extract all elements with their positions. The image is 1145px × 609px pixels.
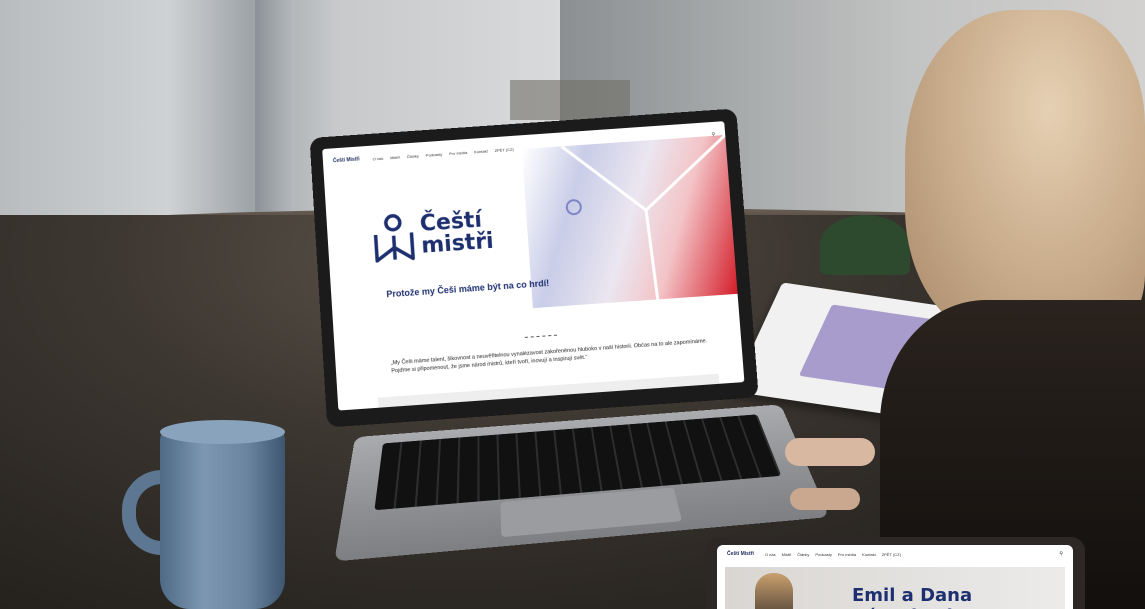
nav-item[interactable]: Články [797, 552, 809, 557]
tablet-site-brand[interactable]: Čeští Mistři [727, 551, 754, 557]
nav-item[interactable]: Podcasty [426, 151, 443, 157]
nav-item[interactable]: O nás [372, 155, 383, 161]
tablet: Čeští Mistři O nás Mistři Články Podcast… [705, 537, 1085, 609]
nav-item[interactable]: Podcasty [815, 552, 831, 557]
nav-item[interactable]: O nás [765, 552, 776, 557]
tablet-page-title: Emil a Dana Zátopkovi [852, 585, 1073, 609]
search-icon[interactable]: ⚲ [711, 132, 715, 138]
plant [820, 215, 910, 275]
tablet-site-nav: Čeští Mistři O nás Mistři Články Podcast… [727, 551, 901, 557]
nav-item[interactable]: Mistři [782, 552, 792, 557]
laptop-lid: Čeští Mistři O nás Mistři Články Podcast… [310, 108, 759, 427]
mug-rim [160, 420, 285, 444]
nav-item[interactable]: ZPĚT (CZ) [494, 146, 513, 152]
carousel-dots[interactable]: ▬ ▬ ▬ ▬ ▬ ▬ [525, 333, 558, 339]
site-logo: Čeští mistři [371, 207, 494, 263]
nav-item[interactable]: Kontakt [474, 148, 488, 154]
logo-icon [371, 212, 416, 263]
hero-graphic [522, 135, 738, 308]
hero-tagline: Protože my Češi máme být na co hrdí! [386, 278, 549, 299]
hero-lines-graphic [522, 135, 738, 308]
nav-item[interactable]: ZPĚT (CZ) [882, 552, 901, 557]
nav-item[interactable]: Pro média [838, 552, 856, 557]
tablet-screen: Čeští Mistři O nás Mistři Články Podcast… [717, 545, 1073, 609]
content-strip [378, 374, 719, 408]
mug [160, 428, 285, 609]
photo-scene: Čeští Mistři O nás Mistři Články Podcast… [0, 0, 1145, 609]
person-photo [755, 573, 793, 609]
laptop-screen: Čeští Mistři O nás Mistři Články Podcast… [322, 121, 744, 410]
search-icon[interactable]: ⚲ [1059, 551, 1063, 557]
hand [785, 438, 875, 466]
background-shelf [510, 80, 630, 120]
background-pillar [255, 0, 295, 240]
hand-second [790, 488, 860, 510]
logo-text: Čeští mistři [419, 209, 494, 258]
nav-item[interactable]: Články [406, 153, 418, 159]
nav-item[interactable]: Mistři [390, 154, 400, 160]
nav-item[interactable]: Kontakt [862, 552, 876, 557]
site-brand[interactable]: Čeští Mistři [333, 156, 360, 164]
nav-item[interactable]: Pro média [449, 149, 467, 155]
hero-quote: „My Češi máme talent, šikovnost a neuvěř… [391, 337, 712, 376]
person-head [905, 10, 1145, 340]
logo-line-2: mistři [421, 231, 495, 258]
